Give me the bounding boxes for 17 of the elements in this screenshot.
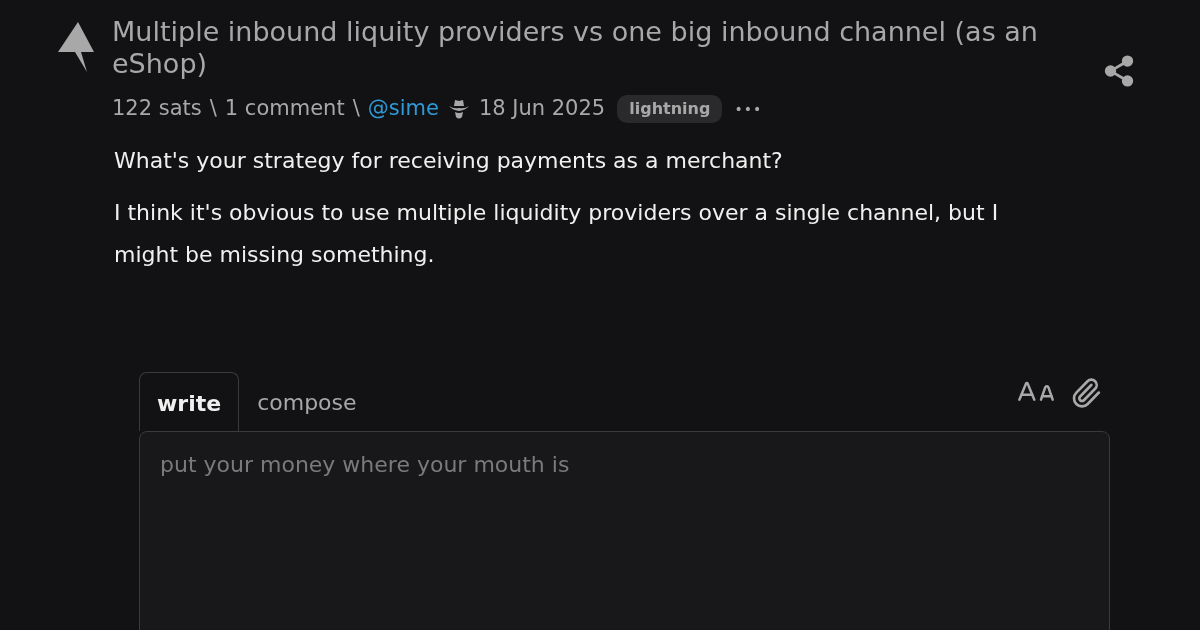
editor-tab[interactable]: write	[139, 372, 240, 431]
post-date[interactable]: 18 Jun 2025	[478, 93, 606, 125]
post-paragraph: What's your strategy for receiving payments as a merchant?	[114, 147, 784, 175]
post-paragraph: I think it's obvious to use multiple liquidity providers over a single channel, but I might be missing something.	[114, 199, 1000, 269]
attach-icon[interactable]	[1070, 377, 1102, 409]
cowboy-hat-icon	[446, 97, 471, 121]
separator: \	[209, 95, 217, 123]
tag-badge[interactable]: lightning	[617, 95, 723, 123]
more-options-button[interactable]: •••	[734, 98, 763, 120]
share-icon[interactable]	[1102, 54, 1136, 88]
sats-count[interactable]: 122 sats	[112, 93, 202, 125]
editor-tab[interactable]: compose	[239, 372, 375, 431]
comment-field[interactable]: put your money where your mouth is	[139, 431, 1110, 630]
author-link[interactable]: @sime	[367, 93, 439, 125]
comment-count[interactable]: 1 comment	[224, 93, 345, 125]
post-title[interactable]: Multiple inbound liquity providers vs one big inbound channel (as an eShop)	[112, 16, 1052, 88]
separator: \	[352, 95, 360, 123]
